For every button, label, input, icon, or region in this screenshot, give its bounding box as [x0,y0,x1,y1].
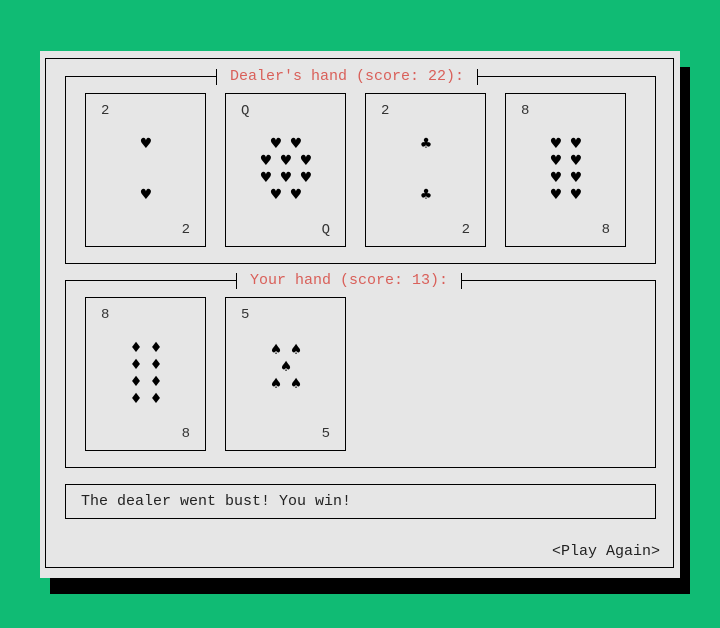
card-rank-bottom: 2 [461,222,470,238]
diamond-icon: ♦ [149,391,163,407]
heart-icon: ♥ [569,170,583,186]
card-rank-bottom: 8 [181,426,190,442]
diamond-icon: ♦ [129,374,143,390]
heart-icon: ♥ [569,187,583,203]
dealer-hand-title: Dealer's hand (score: 22): [216,68,479,86]
diamond-icon: ♦ [129,357,143,373]
card-rank-top: 8 [521,103,530,119]
card-8-of-diamonds: 8 8 ♦ ♦ ♦ ♦ ♦ ♦ ♦ ♦ [85,297,206,451]
heart-icon: ♥ [269,187,283,203]
player-hand-title: Your hand (score: 13): [236,272,463,290]
card-rank-top: 8 [101,307,110,323]
heart-icon: ♥ [299,153,313,169]
card-rank-bottom: 5 [321,426,330,442]
heart-icon: ♥ [139,136,153,152]
card-rank-bottom: 8 [601,222,610,238]
card-rank-bottom: 2 [181,222,190,238]
card-2-of-hearts: 2 2 ♥ ♥ [85,93,206,247]
spade-icon: ♠ [279,359,293,375]
card-5-of-spades: 5 5 ♠ ♠ ♠ ♠ ♠ [225,297,346,451]
card-8-of-hearts: 8 8 ♥ ♥ ♥ ♥ ♥ ♥ ♥ ♥ [505,93,626,247]
heart-icon: ♥ [569,153,583,169]
heart-icon: ♥ [279,153,293,169]
game-dialog: Dealer's hand (score: 22): 2 2 ♥ ♥ Q Q ♥ ♥ ♥ ♥ ♥ ♥ ♥… [40,51,680,578]
spade-icon: ♠ [269,342,283,358]
heart-icon: ♥ [289,187,303,203]
heart-icon: ♥ [259,170,273,186]
card-q-of-hearts: Q Q ♥ ♥ ♥ ♥ ♥ ♥ ♥ ♥ ♥ ♥ [225,93,346,247]
spade-icon: ♠ [269,376,283,392]
diamond-icon: ♦ [129,391,143,407]
dealer-hand-box: Dealer's hand (score: 22): 2 2 ♥ ♥ Q Q ♥ ♥ ♥ ♥ ♥ ♥ ♥… [65,68,656,264]
heart-icon: ♥ [289,136,303,152]
club-icon: ♣ [419,187,433,203]
card-2-of-clubs: 2 2 ♣ ♣ [365,93,486,247]
diamond-icon: ♦ [149,374,163,390]
diamond-icon: ♦ [149,340,163,356]
card-rank-bottom: Q [321,222,330,238]
result-message: The dealer went bust! You win! [65,484,656,519]
diamond-icon: ♦ [129,340,143,356]
heart-icon: ♥ [549,153,563,169]
card-rank-top: 5 [241,307,250,323]
diamond-icon: ♦ [149,357,163,373]
heart-icon: ♥ [139,187,153,203]
card-rank-top: Q [241,103,250,119]
player-hand-box: Your hand (score: 13): 8 8 ♦ ♦ ♦ ♦ ♦ ♦ ♦ ♦ 5 5 ♠ ♠ ♠ ♠ ♠ [65,272,656,468]
spade-icon: ♠ [289,342,303,358]
spade-icon: ♠ [289,376,303,392]
heart-icon: ♥ [259,153,273,169]
heart-icon: ♥ [549,170,563,186]
heart-icon: ♥ [299,170,313,186]
heart-icon: ♥ [549,187,563,203]
heart-icon: ♥ [569,136,583,152]
heart-icon: ♥ [279,170,293,186]
card-rank-top: 2 [101,103,110,119]
card-rank-top: 2 [381,103,390,119]
play-again-button[interactable]: <Play Again> [552,543,660,560]
heart-icon: ♥ [269,136,283,152]
club-icon: ♣ [419,136,433,152]
heart-icon: ♥ [549,136,563,152]
